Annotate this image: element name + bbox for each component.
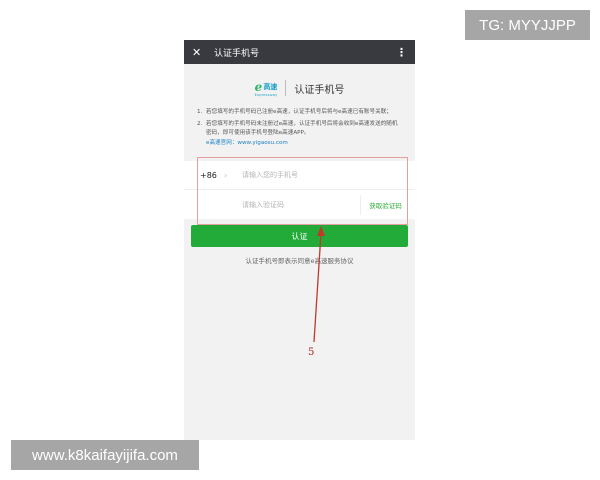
annotation-number: 5: [308, 347, 315, 358]
annotation-arrow: [313, 226, 325, 343]
arrow-head: [317, 226, 325, 236]
site-watermark: www.k8kaifayijifa.com: [11, 440, 199, 470]
arrow-line: [313, 232, 322, 343]
